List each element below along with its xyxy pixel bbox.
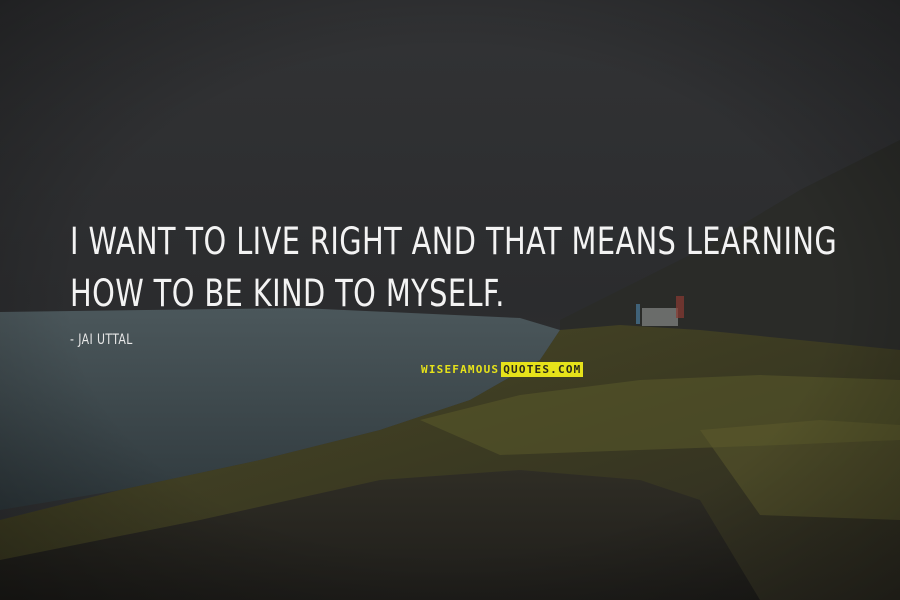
quote-author: - Jai Uttal: [70, 332, 133, 348]
watermark-left: WISEFAMOUS: [421, 363, 500, 376]
quote-text: I want to live right and that means lear…: [70, 220, 838, 315]
site-watermark: WISEFAMOUS QUOTES.COM: [421, 362, 584, 377]
quote-image: I want to live right and that means lear…: [0, 0, 900, 600]
watermark-right: QUOTES.COM: [501, 362, 584, 377]
